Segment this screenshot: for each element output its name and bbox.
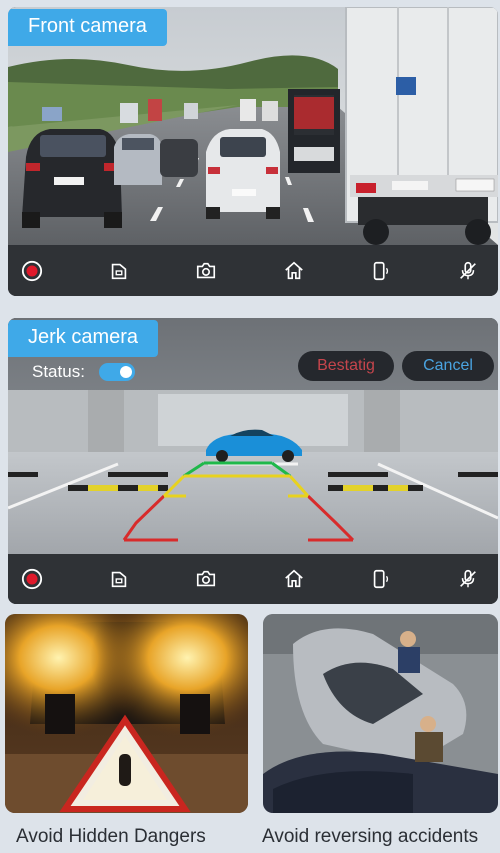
home-button[interactable] bbox=[276, 561, 312, 597]
record-button[interactable] bbox=[14, 561, 50, 597]
phone-icon bbox=[373, 569, 388, 589]
snapshot-button[interactable] bbox=[188, 561, 224, 597]
sd-card-button[interactable] bbox=[101, 253, 137, 289]
front-camera-panel: Front camera bbox=[8, 7, 498, 296]
status-row: Status: bbox=[32, 362, 135, 382]
rear-camera-label: Jerk camera bbox=[8, 320, 159, 357]
status-toggle[interactable] bbox=[98, 363, 135, 381]
sd-card-button[interactable] bbox=[101, 561, 137, 597]
phone-button[interactable] bbox=[363, 561, 399, 597]
record-icon bbox=[21, 260, 43, 282]
phone-button[interactable] bbox=[363, 253, 399, 289]
reversing-accidents-caption: Avoid reversing accidents bbox=[262, 826, 479, 847]
rear-camera-panel: Jerk camera Status: Bestatig Cancel bbox=[8, 318, 498, 604]
home-button[interactable] bbox=[276, 253, 312, 289]
confirm-button[interactable]: Bestatig bbox=[298, 351, 394, 381]
rear-camera-toolbar bbox=[8, 554, 498, 604]
camera-icon bbox=[197, 570, 216, 587]
record-button[interactable] bbox=[14, 253, 50, 289]
home-icon bbox=[284, 261, 303, 280]
front-camera-label: Front camera bbox=[8, 9, 167, 46]
cancel-button[interactable]: Cancel bbox=[402, 351, 494, 381]
reversing-accident-photo bbox=[263, 614, 498, 813]
record-icon bbox=[21, 568, 43, 590]
hidden-dangers-caption: Avoid Hidden Dangers bbox=[16, 826, 206, 847]
mic-off-button[interactable] bbox=[450, 561, 486, 597]
snapshot-button[interactable] bbox=[188, 253, 224, 289]
mic-off-icon bbox=[460, 261, 476, 280]
sd-card-icon bbox=[111, 263, 127, 280]
phone-icon bbox=[373, 261, 388, 281]
hidden-dangers-photo bbox=[5, 614, 248, 813]
status-label: Status: bbox=[32, 362, 85, 381]
sd-card-icon bbox=[111, 571, 127, 588]
home-icon bbox=[284, 569, 303, 588]
mic-off-icon bbox=[460, 569, 476, 588]
camera-icon bbox=[197, 262, 216, 279]
mic-off-button[interactable] bbox=[450, 253, 486, 289]
front-camera-toolbar bbox=[8, 246, 498, 296]
